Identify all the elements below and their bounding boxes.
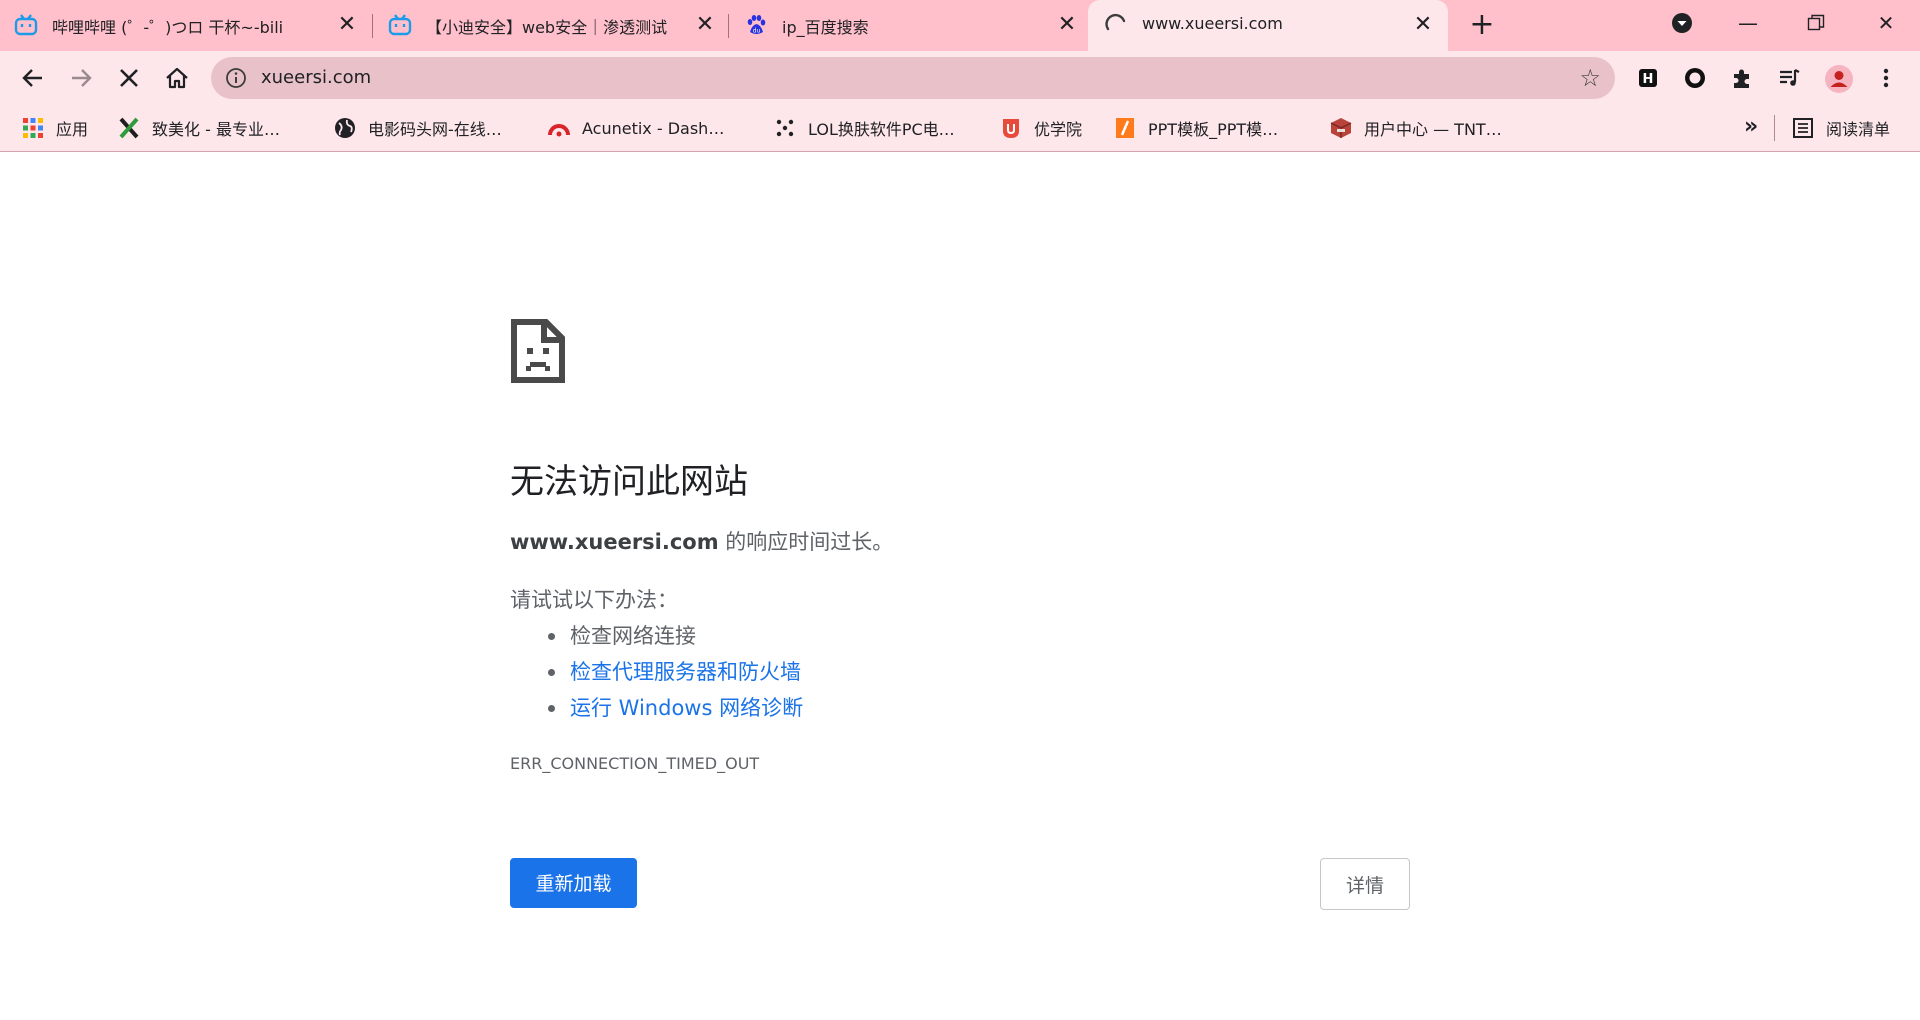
playlist-icon [1780, 69, 1800, 86]
suggestion-check-network: 检查网络连接 [547, 618, 803, 654]
close-icon[interactable]: ✕ [692, 12, 718, 38]
tab-baidu-search[interactable]: du ip_百度搜索 ✕ [730, 0, 1086, 51]
menu-button[interactable] [1872, 64, 1900, 92]
minimize-button[interactable]: — [1728, 8, 1768, 38]
stop-x-icon [120, 69, 138, 87]
bookmark-label: 电影码头网-在线… [368, 120, 502, 139]
error-description: www.xueersi.com 的响应时间过长。 [510, 526, 893, 556]
bookmark-ppt[interactable]: PPT模板_PPT模… [1114, 105, 1278, 151]
reload-button[interactable]: 重新加载 [510, 858, 637, 908]
close-window-button[interactable]: ✕ [1866, 8, 1906, 38]
tab-xueersi-active[interactable]: www.xueersi.com ✕ [1088, 0, 1448, 51]
suggestion-check-proxy-link[interactable]: 检查代理服务器和防火墙 [547, 654, 803, 690]
h-extension-icon: H [1639, 69, 1657, 87]
bookmark-label: 应用 [56, 120, 89, 139]
arrow-left-icon [22, 69, 42, 87]
bookmark-label: 用户中心 — TNT… [1364, 120, 1502, 139]
bookmark-label: LOL换肤软件PC电… [808, 120, 955, 139]
bookmarks-divider [1774, 115, 1775, 141]
forward-button[interactable] [66, 63, 96, 93]
tab-separator [372, 14, 373, 38]
error-title: 无法访问此网站 [510, 462, 748, 502]
tab-bilibili-home[interactable]: 哔哩哔哩 (゜-゜)つロ 干杯~-bili ✕ [0, 0, 370, 51]
bookmark-ulearning[interactable]: 优学院 [1000, 105, 1082, 151]
error-code: ERR_CONNECTION_TIMED_OUT [510, 754, 760, 773]
close-icon[interactable]: ✕ [1410, 12, 1436, 38]
bookmark-zhimeihua[interactable]: 致美化 - 最专业… [118, 105, 280, 151]
tab-title: ip_百度搜索 [782, 18, 869, 37]
bookmark-acunetix[interactable]: Acunetix - Dash… [548, 105, 724, 151]
home-button[interactable] [162, 63, 192, 93]
tab-strip: 哔哩哔哩 (゜-゜)つロ 干杯~-bili ✕ 【小迪安全】web安全｜渗透测试… [0, 0, 1920, 51]
tnt-icon [1330, 118, 1352, 138]
globe-icon [335, 118, 355, 138]
error-host: www.xueersi.com [510, 530, 719, 554]
url-text[interactable]: xueersi.com [261, 67, 371, 88]
extensions-button[interactable] [1728, 64, 1756, 92]
stop-button[interactable] [114, 63, 144, 93]
extension-circle-button[interactable] [1681, 64, 1709, 92]
bookmark-lol-skin[interactable]: LOL换肤软件PC电… [774, 105, 955, 151]
bookmark-label: Acunetix - Dash… [582, 118, 725, 138]
home-icon [166, 67, 188, 89]
bookmark-label: PPT模板_PPT模… [1148, 120, 1279, 139]
loading-spinner-icon [1105, 13, 1126, 31]
ppt-icon [1116, 118, 1134, 138]
extension-h-button[interactable]: H [1634, 64, 1662, 92]
more-bookmarks-chevron-icon[interactable]: » [1744, 114, 1758, 139]
tab-title: 【小迪安全】web安全｜渗透测试 [426, 18, 668, 37]
back-button[interactable] [18, 63, 48, 93]
info-icon[interactable] [225, 67, 247, 89]
close-icon[interactable]: ✕ [1054, 12, 1080, 38]
arrow-right-icon [72, 69, 92, 87]
reading-list-button[interactable]: 阅读清单 [1792, 105, 1890, 151]
tab-xiaodi-security[interactable]: 【小迪安全】web安全｜渗透测试 ✕ [374, 0, 726, 51]
error-desc-suffix: 的响应时间过长。 [718, 530, 894, 554]
zhimeihua-x-icon [119, 117, 139, 139]
bookmark-label: 致美化 - 最专业… [152, 120, 280, 139]
acunetix-icon [548, 124, 570, 137]
close-icon[interactable]: ✕ [334, 12, 360, 38]
sad-document-icon [511, 319, 565, 383]
address-bar[interactable]: xueersi.com ☆ [211, 57, 1615, 99]
apps-grid-icon [23, 118, 43, 138]
svg-text:du: du [753, 28, 761, 35]
media-control-button[interactable] [1775, 64, 1803, 92]
circle-extension-icon [1685, 68, 1705, 88]
tab-separator [728, 14, 729, 38]
bookmark-apps[interactable]: 应用 [22, 105, 88, 151]
suggestion-windows-diagnostics-link[interactable]: 运行 Windows 网络诊断 [547, 690, 803, 726]
bilibili-icon [14, 14, 38, 36]
tab-search-button[interactable] [1662, 8, 1702, 38]
bookmark-movie-dock[interactable]: 电影码头网-在线… [334, 105, 502, 151]
details-button[interactable]: 详情 [1320, 858, 1410, 910]
baidu-paw-icon: du [747, 15, 766, 35]
suggestions-list: 检查网络连接 检查代理服务器和防火墙 运行 Windows 网络诊断 [510, 618, 803, 726]
tab-title: www.xueersi.com [1142, 14, 1283, 33]
chevron-down-icon [1672, 13, 1692, 33]
restore-button[interactable] [1796, 8, 1836, 38]
reading-list-icon [1793, 118, 1813, 138]
bookmark-label: 优学院 [1034, 120, 1083, 139]
restore-icon [1807, 14, 1825, 31]
dots-logo-icon [776, 119, 794, 137]
suggestions-heading: 请试试以下办法： [510, 588, 678, 612]
toolbar: xueersi.com ☆ H [0, 51, 1920, 105]
bilibili-icon [388, 14, 412, 36]
new-tab-button[interactable]: + [1467, 10, 1497, 40]
puzzle-icon [1734, 69, 1749, 88]
svg-text:H: H [1643, 72, 1654, 87]
tab-title: 哔哩哔哩 (゜-゜)つロ 干杯~-bili [52, 18, 284, 37]
profile-button[interactable] [1824, 64, 1853, 93]
ulearning-icon [1003, 119, 1019, 138]
bookmark-tnt[interactable]: 用户中心 — TNT… [1330, 105, 1502, 151]
bookmarks-bar: 应用 致美化 - 最专业… 电影码头网-在线… Acunetix - Dash…… [0, 105, 1920, 152]
more-vert-icon [1883, 68, 1889, 88]
bookmark-star-icon[interactable]: ☆ [1579, 65, 1601, 91]
avatar-icon [1825, 65, 1853, 93]
reading-list-label: 阅读清单 [1826, 120, 1891, 139]
